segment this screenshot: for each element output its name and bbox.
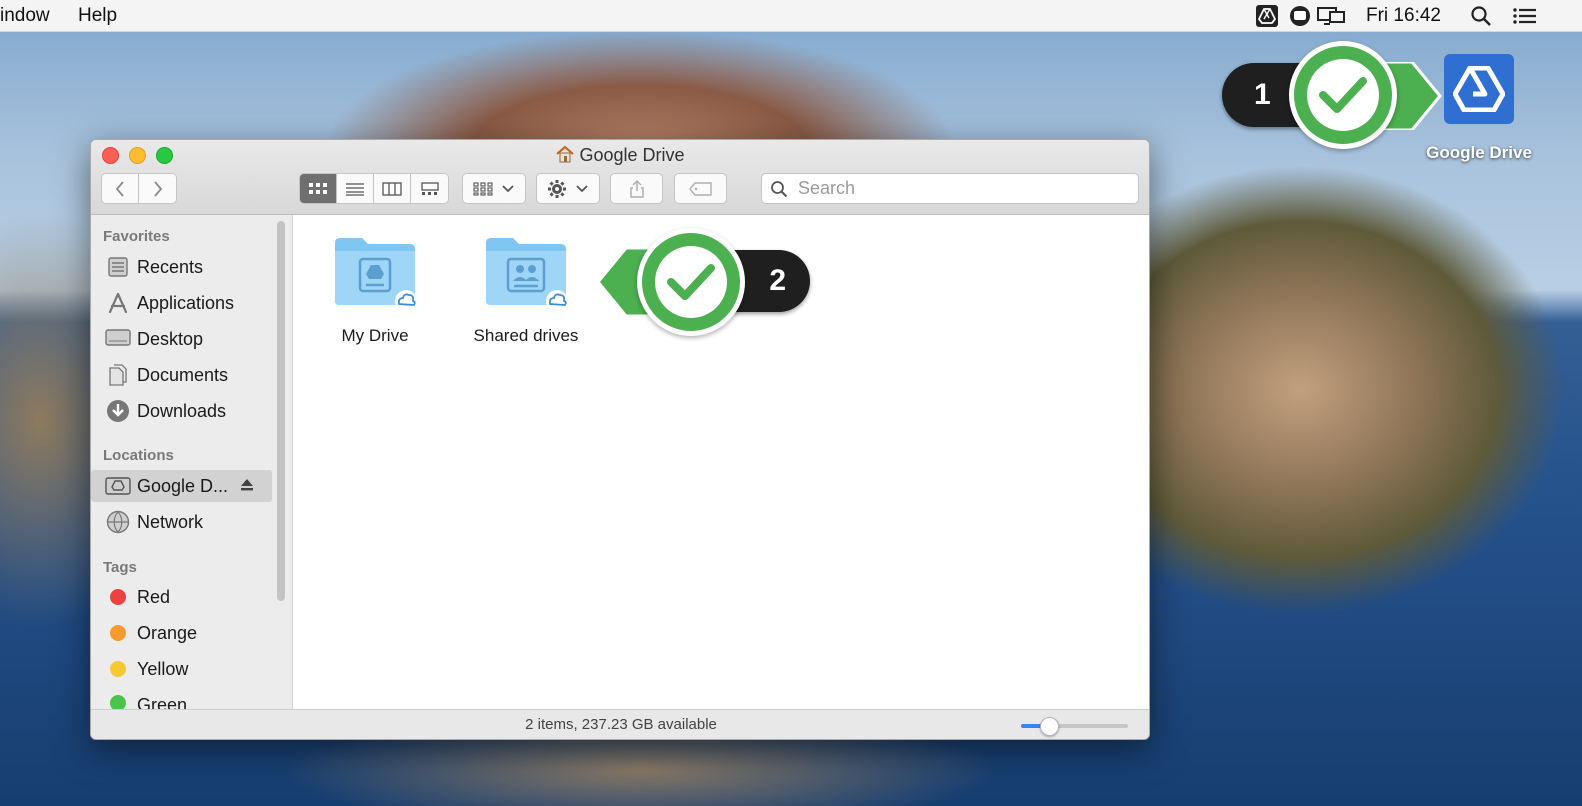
sidebar-item-network[interactable]: Network (105, 506, 271, 538)
title-bar: Google Drive (91, 140, 1149, 215)
sidebar-item-label: Desktop (137, 328, 204, 349)
action-button[interactable] (536, 173, 600, 204)
sidebar-heading-locations: Locations (103, 447, 174, 464)
sidebar: Favorites Recents Applications Desktop D… (91, 215, 293, 709)
status-bar: 2 items, 237.23 GB available (91, 709, 1149, 739)
column-view-button[interactable] (374, 174, 411, 203)
share-icon (629, 179, 644, 198)
menu-clock[interactable]: Fri 16:42 (1366, 5, 1441, 27)
window-title: Google Drive (91, 145, 1149, 168)
gallery-view-button[interactable] (411, 174, 448, 203)
sidebar-item-desktop[interactable]: Desktop (105, 323, 271, 355)
chevron-left-icon (115, 180, 124, 197)
status-text: 2 items, 237.23 GB available (525, 716, 717, 733)
gear-icon (548, 179, 566, 198)
callout-2-check (637, 228, 745, 336)
grid-icon (309, 182, 327, 194)
network-icon (105, 510, 131, 534)
forward-button[interactable] (139, 174, 176, 203)
chevron-down-icon (502, 184, 514, 192)
green-tag-dot (110, 695, 126, 709)
check-icon (667, 264, 715, 300)
chevron-down-icon (576, 184, 588, 192)
my-drive-folder-icon (335, 238, 417, 312)
folder-label: Shared drives (473, 326, 579, 345)
check-icon (1319, 77, 1367, 113)
folder-label: My Drive (341, 326, 409, 345)
cat-menu-icon[interactable] (1289, 5, 1311, 27)
nav-buttons (101, 173, 177, 204)
gallery-icon (420, 181, 439, 195)
shared-drives-folder-icon (486, 238, 568, 312)
search-input[interactable] (796, 177, 1130, 200)
sidebar-item-google-drive[interactable]: Google D... (91, 470, 272, 502)
list-icon[interactable] (1512, 5, 1538, 27)
sidebar-item-applications[interactable]: Applications (105, 287, 271, 319)
menu-bar: indow Help Fri 16:42 (0, 0, 1582, 32)
google-drive-disk-icon (105, 474, 131, 498)
orange-tag-dot (110, 625, 126, 641)
sidebar-item-label: Documents (137, 364, 229, 385)
display-menu-icon[interactable] (1316, 5, 1346, 27)
tags-button[interactable] (674, 173, 727, 204)
sidebar-heading-favorites: Favorites (103, 228, 170, 245)
sidebar-item-label: Applications (137, 292, 235, 313)
list-view-icon (346, 182, 364, 196)
search-icon[interactable] (1470, 5, 1492, 27)
back-button[interactable] (102, 174, 139, 203)
home-icon (555, 145, 575, 168)
sidebar-item-downloads[interactable]: Downloads (105, 395, 271, 427)
sidebar-tag-red[interactable]: Red (105, 581, 271, 613)
chevron-right-icon (153, 180, 162, 197)
columns-icon (382, 181, 402, 196)
search-field[interactable] (761, 173, 1139, 204)
sidebar-tag-yellow[interactable]: Yellow (105, 653, 271, 685)
google-drive-menu-icon[interactable] (1256, 5, 1278, 27)
view-mode-segment (299, 173, 449, 204)
window-title-text: Google Drive (579, 145, 685, 165)
group-by-button[interactable] (462, 173, 526, 204)
group-grid-icon (473, 181, 493, 196)
callout-1-check (1289, 41, 1397, 149)
yellow-tag-dot (110, 661, 126, 677)
sidebar-item-documents[interactable]: Documents (105, 359, 271, 391)
share-button[interactable] (610, 173, 663, 204)
sidebar-tag-green[interactable]: Green (105, 689, 271, 709)
finder-window: Google Drive Search Favorites Recents Ap… (90, 139, 1150, 740)
list-view-button[interactable] (337, 174, 374, 203)
folder-shared-drives[interactable]: Shared drives (456, 235, 596, 346)
sidebar-item-label: Green (137, 695, 188, 709)
sidebar-item-recents[interactable]: Recents (105, 251, 271, 283)
sidebar-item-label: Red (137, 586, 171, 607)
sidebar-tag-orange[interactable]: Orange (105, 617, 271, 649)
sidebar-item-label: Orange (137, 622, 198, 643)
downloads-icon (105, 399, 131, 423)
menu-window[interactable]: indow (0, 5, 50, 27)
menu-help[interactable]: Help (78, 5, 117, 27)
folder-my-drive[interactable]: My Drive (305, 235, 445, 346)
sidebar-item-label: Network (137, 511, 204, 532)
sidebar-item-label: Yellow (137, 658, 189, 679)
sidebar-heading-tags: Tags (103, 559, 137, 576)
sidebar-item-label: Google D... (137, 475, 229, 496)
icon-view-button[interactable] (300, 174, 337, 203)
google-drive-desktop-label: Google Drive (1426, 143, 1532, 162)
sidebar-item-label: Recents (137, 256, 204, 277)
red-tag-dot (110, 589, 126, 605)
recents-icon (105, 255, 131, 279)
eject-icon[interactable] (240, 476, 254, 497)
desktop-icon (105, 327, 131, 351)
documents-icon (105, 363, 131, 387)
sidebar-scrollbar[interactable] (277, 221, 285, 601)
icon-size-slider-knob[interactable] (1039, 717, 1059, 736)
sidebar-item-label: Downloads (137, 400, 227, 421)
tag-icon (688, 181, 712, 196)
google-drive-desktop-icon[interactable] (1444, 54, 1514, 124)
search-field-icon (771, 180, 788, 197)
applications-icon (105, 291, 131, 315)
